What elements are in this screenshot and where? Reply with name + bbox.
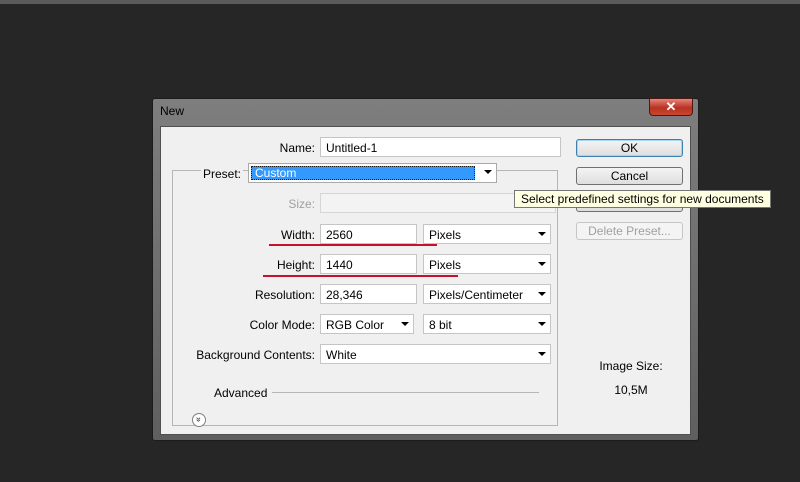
advanced-divider — [272, 392, 539, 393]
width-input[interactable]: 2560 — [320, 224, 417, 244]
height-label: Height: — [276, 258, 315, 272]
preset-label: Preset: — [200, 167, 243, 181]
width-label: Width: — [280, 228, 315, 242]
resolution-input[interactable]: 28,346 — [320, 284, 417, 304]
background-contents-label: Background Contents: — [196, 348, 315, 362]
resolution-unit-value: Pixels/Centimeter — [429, 288, 524, 302]
height-unit-value: Pixels — [429, 258, 462, 272]
resolution-label: Resolution: — [254, 288, 315, 302]
height-unit-select[interactable]: Pixels — [423, 254, 551, 274]
advanced-toggle-label[interactable]: Advanced — [214, 386, 267, 400]
chevron-down-icon — [538, 352, 546, 356]
chevron-down-icon — [538, 232, 546, 236]
chevron-down-icon — [538, 292, 546, 296]
color-mode-label: Color Mode: — [249, 318, 315, 332]
close-icon: ✕ — [665, 99, 677, 114]
chevron-down-icon — [538, 262, 546, 266]
name-label: Name: — [279, 141, 315, 155]
chevron-down-icon — [484, 170, 492, 174]
ok-button[interactable]: OK — [576, 139, 683, 157]
height-input[interactable]: 1440 — [320, 254, 417, 274]
background-contents-value: White — [326, 348, 357, 362]
preset-selected-value: Custom — [251, 166, 475, 180]
new-document-dialog: New ✕ Name: Untitled-1 Preset: Custom Si… — [152, 98, 699, 441]
image-size-label: Image Size: — [599, 359, 663, 373]
height-annotation-underline — [263, 275, 458, 277]
width-unit-select[interactable]: Pixels — [423, 224, 551, 244]
app-top-bar — [0, 0, 800, 4]
delete-preset-button[interactable]: Delete Preset... — [576, 222, 683, 240]
bit-depth-select[interactable]: 8 bit — [423, 314, 551, 334]
bit-depth-value: 8 bit — [429, 318, 452, 332]
width-unit-value: Pixels — [429, 228, 462, 242]
preset-dropdown[interactable]: Custom — [248, 163, 497, 183]
size-label: Size: — [288, 197, 315, 211]
background-contents-select[interactable]: White — [320, 344, 551, 364]
cancel-button[interactable]: Cancel — [576, 167, 683, 185]
expand-chevrons-icon[interactable]: » — [192, 413, 206, 427]
dialog-title: New — [160, 104, 185, 118]
resolution-unit-select[interactable]: Pixels/Centimeter — [423, 284, 551, 304]
width-annotation-underline — [269, 244, 437, 246]
color-mode-select[interactable]: RGB Color — [320, 314, 414, 334]
chevron-down-icon — [401, 322, 409, 326]
name-input[interactable]: Untitled-1 — [320, 137, 561, 157]
preset-tooltip: Select predefined settings for new docum… — [514, 190, 771, 208]
color-mode-value: RGB Color — [326, 318, 385, 332]
chevron-down-icon — [538, 322, 546, 326]
dialog-body: Name: Untitled-1 Preset: Custom Size: Wi… — [160, 126, 691, 435]
close-button[interactable]: ✕ — [649, 98, 693, 116]
image-size-value: 10,5M — [614, 383, 648, 397]
